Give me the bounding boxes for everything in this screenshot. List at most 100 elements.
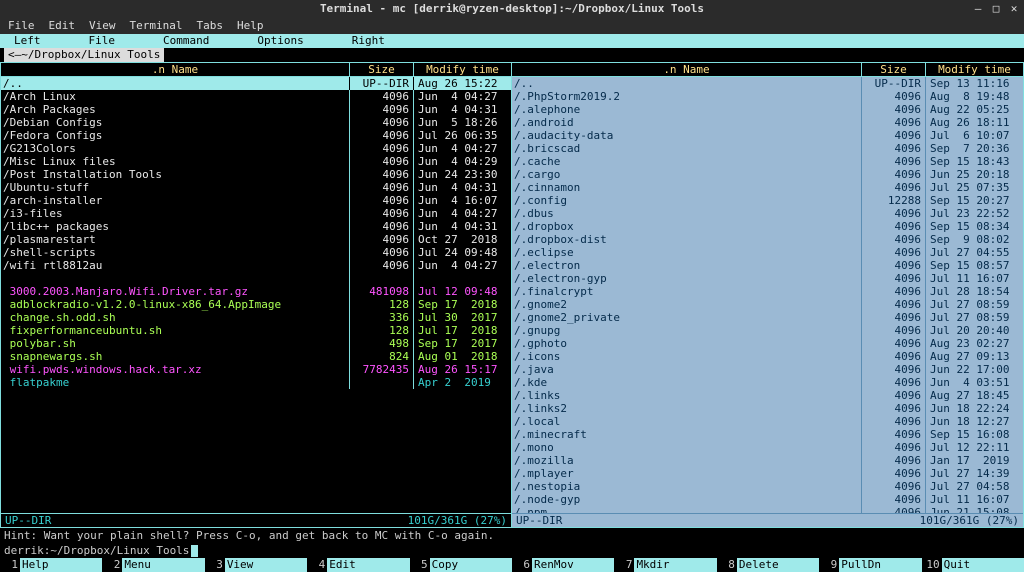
file-row[interactable]: /.gnome24096Jul 27 08:59 — [512, 298, 1023, 311]
file-mtime: Sep 15 18:43 — [925, 155, 1023, 168]
file-row[interactable]: /..UP--DIRSep 13 11:16 — [512, 77, 1023, 90]
window-minimize-icon[interactable]: – — [972, 2, 984, 15]
file-row[interactable]: polybar.sh498Sep 17 2017 — [1, 337, 511, 350]
file-row[interactable]: /.npm4096Jun 21 15:08 — [512, 506, 1023, 513]
file-row[interactable]: wifi.pwds.windows.hack.tar.xz7782435Aug … — [1, 363, 511, 376]
file-row[interactable]: /Post Installation Tools4096Jun 24 23:30 — [1, 168, 511, 181]
file-row[interactable]: /G213Colors4096Jun 4 04:27 — [1, 142, 511, 155]
file-row[interactable]: /.cache4096Sep 15 18:43 — [512, 155, 1023, 168]
file-row[interactable]: /.cargo4096Jun 25 20:18 — [512, 168, 1023, 181]
file-row[interactable]: /Arch Packages4096Jun 4 04:31 — [1, 103, 511, 116]
file-row[interactable]: /arch-installer4096Jun 4 16:07 — [1, 194, 511, 207]
fkey-quit[interactable]: 10Quit — [922, 558, 1024, 572]
file-row[interactable]: /Misc Linux files4096Jun 4 04:29 — [1, 155, 511, 168]
file-row[interactable]: /.links24096Jun 18 22:24 — [512, 402, 1023, 415]
file-row[interactable]: /wifi rtl8812au4096Jun 4 04:27 — [1, 259, 511, 272]
file-row[interactable]: /.finalcrypt4096Jul 28 18:54 — [512, 285, 1023, 298]
right-panel[interactable]: .n Name Size Modify time /..UP--DIRSep 1… — [512, 62, 1024, 528]
file-row[interactable]: /.mozilla4096Jan 17 2019 — [512, 454, 1023, 467]
fkey-edit[interactable]: 4Edit — [307, 558, 409, 572]
file-row[interactable]: snapnewargs.sh824Aug 01 2018 — [1, 350, 511, 363]
file-row[interactable]: flatpakmeApr 2 2019 — [1, 376, 511, 389]
file-row[interactable]: /.gnome2_private4096Jul 27 08:59 — [512, 311, 1023, 324]
file-row[interactable]: /.cinnamon4096Jul 25 07:35 — [512, 181, 1023, 194]
file-row[interactable]: /shell-scripts4096Jul 24 09:48 — [1, 246, 511, 259]
file-row[interactable]: change.sh.odd.sh336Jul 30 2017 — [1, 311, 511, 324]
term-menu-tabs[interactable]: Tabs — [196, 19, 223, 32]
file-row[interactable]: /Ubuntu-stuff4096Jun 4 04:31 — [1, 181, 511, 194]
file-row[interactable]: /.eclipse4096Jul 27 04:55 — [512, 246, 1023, 259]
file-row[interactable]: /.android4096Aug 26 18:11 — [512, 116, 1023, 129]
file-row[interactable] — [1, 272, 511, 285]
file-row[interactable]: /..UP--DIRAug 26 15:22 — [1, 77, 511, 90]
file-row[interactable]: /.config12288Sep 15 20:27 — [512, 194, 1023, 207]
file-mtime: Aug 8 19:48 — [925, 90, 1023, 103]
mc-menu-right[interactable]: Right — [352, 34, 385, 47]
mc-menu-options[interactable]: Options — [257, 34, 303, 47]
mc-menu-left[interactable]: Left — [14, 34, 41, 47]
window-maximize-icon[interactable]: □ — [990, 2, 1002, 15]
mc-menu-file[interactable]: File — [89, 34, 116, 47]
file-row[interactable]: /Fedora Configs4096Jul 26 06:35 — [1, 129, 511, 142]
file-name: 3000.2003.Manjaro.Wifi.Driver.tar.gz — [1, 285, 349, 298]
file-row[interactable]: /.dropbox4096Sep 15 08:34 — [512, 220, 1023, 233]
file-row[interactable]: /.mono4096Jul 12 22:11 — [512, 441, 1023, 454]
term-menu-edit[interactable]: Edit — [49, 19, 76, 32]
file-size: 4096 — [861, 207, 925, 220]
file-size: UP--DIR — [861, 77, 925, 90]
fkey-copy[interactable]: 5Copy — [410, 558, 512, 572]
file-row[interactable]: /.minecraft4096Sep 15 16:08 — [512, 428, 1023, 441]
file-size: 4096 — [861, 90, 925, 103]
file-row[interactable]: /.electron-gyp4096Jul 11 16:07 — [512, 272, 1023, 285]
file-row[interactable]: adblockradio-v1.2.0-linux-x86_64.AppImag… — [1, 298, 511, 311]
left-panel[interactable]: .n Name Size Modify time /..UP--DIRAug 2… — [0, 62, 512, 528]
file-row[interactable]: /.gnupg4096Jul 20 20:40 — [512, 324, 1023, 337]
file-row[interactable]: fixperformanceubuntu.sh128Jul 17 2018 — [1, 324, 511, 337]
shell-prompt[interactable]: derrik:~/Dropbox/Linux Tools — [0, 543, 1024, 558]
file-size: 4096 — [861, 376, 925, 389]
file-row[interactable]: /.local4096Jun 18 12:27 — [512, 415, 1023, 428]
file-row[interactable]: /plasmarestart4096Oct 27 2018 — [1, 233, 511, 246]
file-row[interactable]: /.bricscad4096Sep 7 20:36 — [512, 142, 1023, 155]
file-name: /shell-scripts — [1, 246, 349, 259]
fkey-delete[interactable]: 8Delete — [717, 558, 819, 572]
term-menu-help[interactable]: Help — [237, 19, 264, 32]
file-row[interactable]: /.dbus4096Jul 23 22:52 — [512, 207, 1023, 220]
file-row[interactable]: /.icons4096Aug 27 09:13 — [512, 350, 1023, 363]
fkey-view[interactable]: 3View — [205, 558, 307, 572]
term-menu-file[interactable]: File — [8, 19, 35, 32]
file-row[interactable]: /libc++ packages4096Jun 4 04:31 — [1, 220, 511, 233]
file-mtime: Jul 28 18:54 — [925, 285, 1023, 298]
file-row[interactable]: /.java4096Jun 22 17:00 — [512, 363, 1023, 376]
file-name: /Arch Packages — [1, 103, 349, 116]
file-size: 4096 — [349, 129, 413, 142]
file-row[interactable]: 3000.2003.Manjaro.Wifi.Driver.tar.gz4810… — [1, 285, 511, 298]
file-row[interactable]: /Arch Linux4096Jun 4 04:27 — [1, 90, 511, 103]
window-close-icon[interactable]: ✕ — [1008, 2, 1020, 15]
file-name: /.mozilla — [512, 454, 861, 467]
fkey-renmov[interactable]: 6RenMov — [512, 558, 614, 572]
file-row[interactable]: /.PhpStorm2019.24096Aug 8 19:48 — [512, 90, 1023, 103]
file-row[interactable]: /Debian Configs4096Jun 5 18:26 — [1, 116, 511, 129]
mc-menu-command[interactable]: Command — [163, 34, 209, 47]
fkey-menu[interactable]: 2Menu — [102, 558, 204, 572]
file-size: 4096 — [349, 246, 413, 259]
term-menu-terminal[interactable]: Terminal — [130, 19, 183, 32]
file-row[interactable]: /.links4096Aug 27 18:45 — [512, 389, 1023, 402]
file-row[interactable]: /.audacity-data4096Jul 6 10:07 — [512, 129, 1023, 142]
file-row[interactable]: /.alephone4096Aug 22 05:25 — [512, 103, 1023, 116]
file-row[interactable]: /.node-gyp4096Jul 11 16:07 — [512, 493, 1023, 506]
fkey-mkdir[interactable]: 7Mkdir — [614, 558, 716, 572]
fkey-pulldn[interactable]: 9PullDn — [819, 558, 921, 572]
term-menu-view[interactable]: View — [89, 19, 116, 32]
file-row[interactable]: /i3-files4096Jun 4 04:27 — [1, 207, 511, 220]
file-name: wifi.pwds.windows.hack.tar.xz — [1, 363, 349, 376]
file-row[interactable]: /.gphoto4096Aug 23 02:27 — [512, 337, 1023, 350]
file-row[interactable]: /.mplayer4096Jul 27 14:39 — [512, 467, 1023, 480]
file-name: /.dropbox — [512, 220, 861, 233]
file-row[interactable]: /.nestopia4096Jul 27 04:58 — [512, 480, 1023, 493]
file-row[interactable]: /.kde4096Jun 4 03:51 — [512, 376, 1023, 389]
fkey-help[interactable]: 1Help — [0, 558, 102, 572]
file-row[interactable]: /.dropbox-dist4096Sep 9 08:02 — [512, 233, 1023, 246]
file-row[interactable]: /.electron4096Sep 15 08:57 — [512, 259, 1023, 272]
